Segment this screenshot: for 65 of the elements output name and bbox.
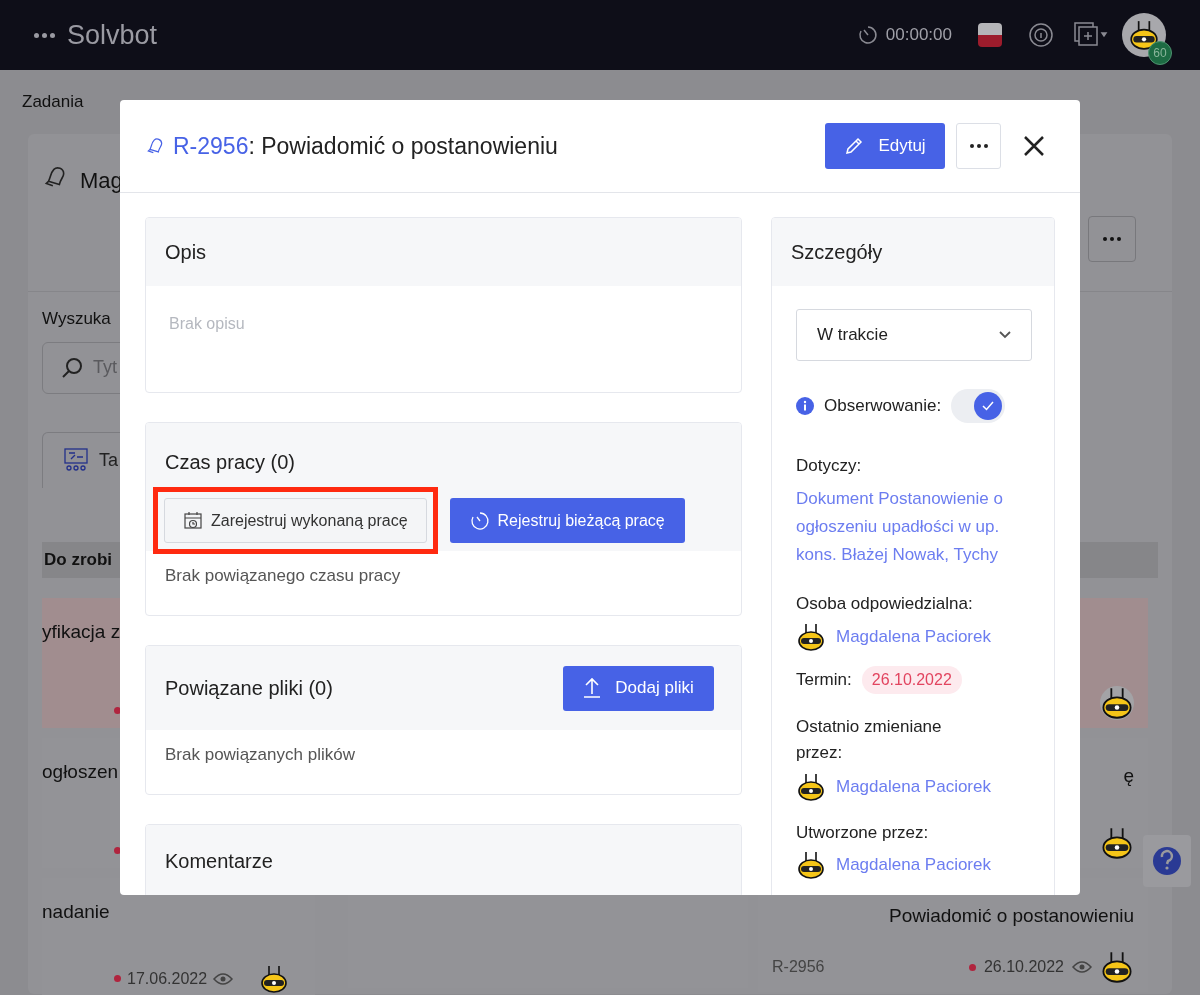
section-heading: Opis	[165, 240, 207, 265]
task-title: Powiadomić o postanowieniu	[888, 903, 1134, 928]
eye-icon	[1072, 960, 1092, 974]
board-icon	[63, 447, 89, 473]
breadcrumb[interactable]: Zadania	[22, 89, 84, 115]
empty-files: Brak powiązanych plików	[165, 745, 355, 764]
brand-name: Solvbot	[67, 18, 158, 52]
chevron-down-icon	[999, 331, 1011, 339]
flag-icon[interactable]	[978, 23, 1002, 47]
watch-toggle[interactable]	[951, 389, 1006, 423]
notification-badge: 60	[1148, 41, 1172, 65]
task-title: nadanie	[42, 899, 110, 924]
field-label: Ostatnio zmieniane przez:	[796, 716, 943, 764]
avatar-icon	[1100, 950, 1134, 984]
upload-icon	[583, 677, 602, 699]
empty-description: Brak opisu	[169, 315, 245, 332]
add-files-button[interactable]: Dodaj pliki	[563, 665, 714, 711]
timer-icon	[469, 510, 490, 531]
task-id-link[interactable]: R-2956	[173, 132, 249, 159]
avatar-icon	[1100, 825, 1134, 860]
section-heading: Komentarze	[165, 849, 273, 874]
task-title: ę	[1123, 763, 1134, 788]
task-title: yfikacja z	[42, 619, 121, 644]
timer-icon[interactable]	[857, 25, 878, 45]
search-icon	[61, 356, 83, 379]
avatar-icon	[259, 963, 290, 994]
dialog-title: : Powiadomić o postanowieniu	[248, 132, 558, 159]
calendar-clock-icon	[183, 510, 203, 531]
user-link[interactable]: Magdalena Paciorek	[836, 624, 991, 650]
deadline-badge: 26.10.2022	[861, 666, 962, 694]
user-avatar[interactable]	[1122, 13, 1166, 57]
register-current-work-button[interactable]: Rejestruj bieżącą pracę	[449, 498, 685, 543]
avatar-icon	[796, 772, 826, 802]
edit-button[interactable]: Edytuj	[825, 123, 945, 169]
field-label: Osoba odpowiedzialna:	[796, 592, 974, 615]
section-heading: Powiązane pliki (0)	[165, 676, 333, 701]
check-icon	[982, 401, 995, 411]
section-heading: Szczegóły	[791, 240, 883, 265]
field-label: Termin:	[796, 669, 852, 692]
user-link[interactable]: Magdalena Paciorek	[836, 774, 991, 800]
help-icon	[1152, 846, 1182, 876]
search-label: Wyszuka	[42, 308, 111, 330]
bell-icon	[145, 136, 165, 156]
info-icon[interactable]	[1028, 22, 1054, 48]
info-icon	[796, 397, 814, 415]
field-label: Dotyczy:	[796, 455, 863, 477]
section-heading: Czas pracy (0)	[165, 450, 297, 475]
avatar-icon	[1100, 685, 1134, 720]
task-date: 26.10.2022	[983, 957, 1064, 977]
pencil-icon	[844, 136, 865, 156]
more-icon[interactable]	[34, 32, 55, 38]
watch-label: Obserwowanie:	[824, 395, 942, 418]
register-work-button[interactable]: Zarejestruj wykonaną pracę	[164, 498, 427, 543]
timer-text: 00:00:00	[885, 24, 952, 47]
status-select[interactable]: W trakcie	[796, 309, 1032, 361]
avatar-icon	[796, 622, 826, 652]
close-icon[interactable]	[1023, 135, 1045, 157]
task-title: ogłoszen	[42, 759, 119, 784]
avatar-icon	[796, 849, 826, 880]
task-id: R-2956	[772, 957, 825, 977]
task-date: 17.06.2022	[127, 968, 208, 989]
field-label: Utworzone przez:	[796, 822, 930, 844]
eye-icon	[213, 971, 234, 986]
user-link[interactable]: Magdalena Paciorek	[836, 851, 991, 878]
help-button[interactable]	[1143, 835, 1191, 887]
